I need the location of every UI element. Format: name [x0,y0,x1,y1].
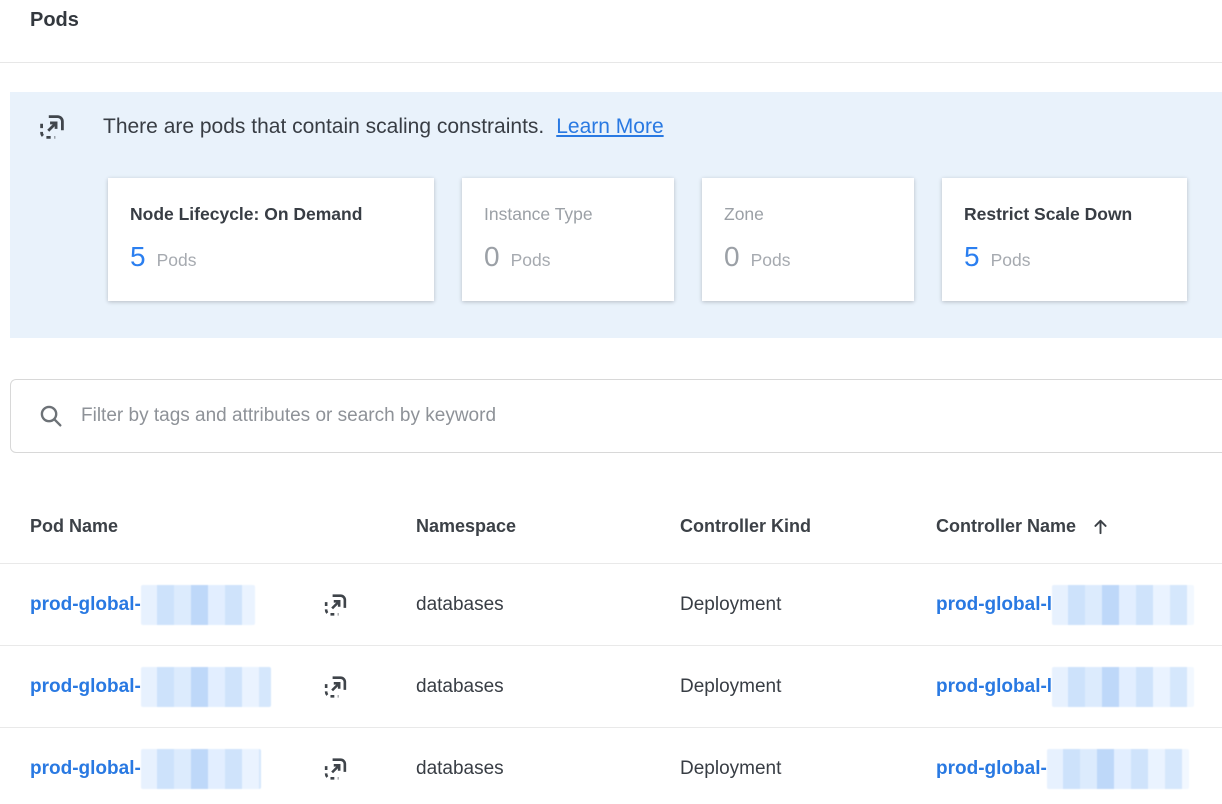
redacted-controller-name [1052,667,1194,707]
learn-more-link[interactable]: Learn More [556,115,663,139]
pods-table: Pod Name Namespace Controller Kind Contr… [0,490,1222,804]
card-count: 0 [484,241,500,273]
controller-name-link[interactable]: prod-global- [936,758,1047,780]
search-icon [38,403,64,429]
column-label: Pod Name [30,516,118,537]
card-title: Restrict Scale Down [964,204,1173,225]
namespace-cell: databases [416,594,680,616]
card-instance-type[interactable]: Instance Type 0 Pods [462,178,674,301]
table-row: prod-global- databases Deployment pro [0,645,1222,727]
namespace-cell: databases [416,676,680,698]
scale-out-icon[interactable] [322,591,349,618]
table-row: prod-global- databases Deployment pro [0,727,1222,804]
card-stat: 0 Pods [484,241,660,273]
card-zone[interactable]: Zone 0 Pods [702,178,914,301]
header-divider [0,62,1222,63]
banner-message: There are pods that contain scaling cons… [103,115,544,139]
controller-name-cell: prod-global-l [936,585,1222,625]
table-header-row: Pod Name Namespace Controller Kind Contr… [0,490,1222,563]
card-count: 0 [724,241,740,273]
redacted-controller-name [1047,749,1189,789]
pod-name-link[interactable]: prod-global- [30,676,141,698]
pod-name-link[interactable]: prod-global- [30,594,141,616]
pod-name-cell: prod-global- [30,667,416,707]
card-count: 5 [964,241,980,273]
banner-message-row: There are pods that contain scaling cons… [10,92,1222,142]
scale-out-icon[interactable] [322,755,349,782]
sort-ascending-icon[interactable] [1091,517,1110,536]
card-unit: Pods [511,250,551,271]
scaling-constraints-banner: There are pods that contain scaling cons… [10,92,1222,338]
table-body: prod-global- databases Deployment pro [0,563,1222,804]
table-row: prod-global- databases Deployment pro [0,563,1222,645]
pods-page: Pods There are pods that contain scaling… [0,0,1222,804]
controller-kind-cell: Deployment [680,594,936,616]
card-node-lifecycle[interactable]: Node Lifecycle: On Demand 5 Pods [108,178,434,301]
column-header-namespace[interactable]: Namespace [416,516,680,537]
controller-name-link[interactable]: prod-global-l [936,594,1052,616]
column-header-pod-name[interactable]: Pod Name [30,516,416,537]
card-title: Instance Type [484,204,660,225]
constraint-cards: Node Lifecycle: On Demand 5 Pods Instanc… [108,178,1187,301]
redacted-controller-name [1052,585,1194,625]
namespace-cell: databases [416,758,680,780]
column-label: Controller Name [936,516,1076,537]
scale-out-icon [37,112,67,142]
pod-name-cell: prod-global- [30,585,416,625]
card-unit: Pods [157,250,197,271]
card-stat: 5 Pods [964,241,1173,273]
page-title: Pods [30,9,79,32]
filter-input[interactable] [81,405,981,427]
card-unit: Pods [991,250,1031,271]
card-stat: 5 Pods [130,241,420,273]
pod-name-link[interactable]: prod-global- [30,758,141,780]
card-title: Zone [724,204,900,225]
column-header-controller-kind[interactable]: Controller Kind [680,516,936,537]
redacted-pod-name [141,667,271,707]
pod-name-cell: prod-global- [30,749,416,789]
scale-out-icon[interactable] [322,673,349,700]
card-unit: Pods [751,250,791,271]
controller-name-link[interactable]: prod-global-l [936,676,1052,698]
controller-kind-cell: Deployment [680,758,936,780]
redacted-pod-name [141,585,255,625]
controller-kind-cell: Deployment [680,676,936,698]
controller-name-cell: prod-global-l [936,667,1222,707]
column-label: Namespace [416,516,516,537]
card-count: 5 [130,241,146,273]
card-title: Node Lifecycle: On Demand [130,204,420,225]
filter-bar [10,379,1222,453]
controller-name-cell: prod-global- [936,749,1222,789]
card-stat: 0 Pods [724,241,900,273]
redacted-pod-name [141,749,261,789]
column-header-controller-name[interactable]: Controller Name [936,516,1222,537]
column-label: Controller Kind [680,516,811,537]
card-restrict-scale-down[interactable]: Restrict Scale Down 5 Pods [942,178,1187,301]
